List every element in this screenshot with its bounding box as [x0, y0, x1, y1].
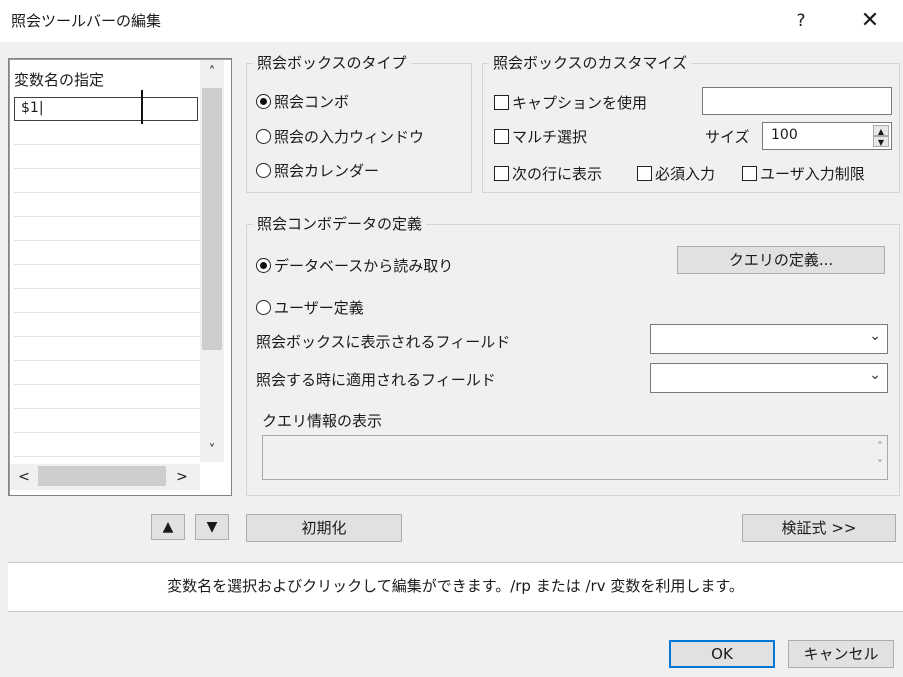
- display-field-select[interactable]: ⌄: [650, 324, 888, 354]
- scroll-up-icon[interactable]: ˄: [877, 440, 883, 454]
- size-stepper[interactable]: 100 ▲ ▼: [762, 122, 892, 150]
- radio-icon[interactable]: [256, 129, 271, 144]
- list-row-divider: [14, 192, 200, 193]
- radio-input-window-label: 照会の入力ウィンドウ: [274, 128, 425, 146]
- vertical-scroll-thumb[interactable]: [202, 88, 222, 350]
- radio-user-defined[interactable]: ユーザー定義: [256, 297, 364, 318]
- radio-selected-icon[interactable]: [256, 94, 271, 109]
- customize-legend: 照会ボックスのカスタマイズ: [489, 52, 692, 73]
- user-input-limit-checkbox[interactable]: ユーザ入力制限: [742, 163, 865, 184]
- list-row-divider: [14, 456, 200, 457]
- radio-user-defined-label: ユーザー定義: [274, 299, 364, 317]
- checkbox-icon[interactable]: [494, 129, 509, 144]
- display-field-label: 照会ボックスに表示されるフィールド: [256, 333, 511, 351]
- cancel-button[interactable]: キャンセル: [788, 640, 894, 668]
- use-caption-label: キャプションを使用: [512, 94, 648, 112]
- apply-field-label: 照会する時に適用されるフィールド: [256, 371, 496, 389]
- radio-icon[interactable]: [256, 163, 271, 178]
- caption-input[interactable]: [702, 87, 892, 115]
- radio-calendar[interactable]: 照会カレンダー: [256, 160, 379, 181]
- reset-button[interactable]: 初期化: [246, 514, 402, 542]
- text-cursor-icon: [141, 90, 143, 124]
- scroll-left-icon[interactable]: <: [14, 466, 34, 488]
- checkbox-icon[interactable]: [742, 166, 757, 181]
- verify-button[interactable]: 検証式 >>: [742, 514, 896, 542]
- list-row-divider: [14, 144, 200, 145]
- variable-name-input[interactable]: $1|: [14, 97, 198, 121]
- move-down-button[interactable]: ▼: [195, 514, 229, 540]
- box-type-legend: 照会ボックスのタイプ: [253, 52, 411, 73]
- list-row-divider: [14, 432, 200, 433]
- chevron-down-icon[interactable]: ⌄: [869, 367, 881, 383]
- multi-select-checkbox[interactable]: マルチ選択: [494, 126, 587, 147]
- list-row-divider: [14, 360, 200, 361]
- move-up-button[interactable]: ▲: [151, 514, 185, 540]
- scroll-down-icon[interactable]: ˅: [877, 458, 883, 472]
- list-row-divider: [14, 336, 200, 337]
- scroll-up-icon[interactable]: ˄: [200, 60, 224, 86]
- user-input-limit-label: ユーザ入力制限: [760, 165, 865, 183]
- list-row-divider: [14, 264, 200, 265]
- multi-select-label: マルチ選択: [512, 128, 588, 146]
- show-next-line-checkbox[interactable]: 次の行に表示: [494, 163, 602, 184]
- scroll-right-icon[interactable]: >: [172, 466, 192, 488]
- radio-input-window[interactable]: 照会の入力ウィンドウ: [256, 126, 424, 147]
- radio-combo-label: 照会コンボ: [274, 93, 350, 111]
- radio-calendar-label: 照会カレンダー: [274, 162, 380, 180]
- query-info-label: クエリ情報の表示: [262, 412, 383, 430]
- list-row-divider: [14, 168, 200, 169]
- ok-button[interactable]: OK: [669, 640, 775, 668]
- list-row-divider: [14, 384, 200, 385]
- define-query-button[interactable]: クエリの定義...: [677, 246, 885, 274]
- list-row-divider: [14, 216, 200, 217]
- size-label: サイズ: [705, 128, 750, 146]
- stepper-down-icon[interactable]: ▼: [873, 136, 889, 147]
- list-row-divider: [14, 312, 200, 313]
- chevron-down-icon[interactable]: ⌄: [869, 328, 881, 344]
- window-title: 照会ツールバーの編集: [11, 12, 162, 30]
- radio-from-db[interactable]: データベースから読み取り: [256, 255, 453, 276]
- query-info-textarea[interactable]: ˄ ˅: [262, 435, 888, 480]
- checkbox-icon[interactable]: [494, 166, 509, 181]
- combo-data-legend: 照会コンボデータの定義: [253, 213, 427, 234]
- checkbox-icon[interactable]: [494, 95, 509, 110]
- horizontal-scroll-thumb[interactable]: [38, 466, 166, 486]
- status-text: 変数名を選択およびクリックして編集ができます。/rp または /rv 変数を利用…: [167, 577, 744, 595]
- radio-selected-icon[interactable]: [256, 258, 271, 273]
- radio-from-db-label: データベースから読み取り: [274, 257, 454, 275]
- list-row-divider: [14, 408, 200, 409]
- show-next-line-label: 次の行に表示: [512, 165, 603, 183]
- checkbox-icon[interactable]: [637, 166, 652, 181]
- list-row-divider: [14, 240, 200, 241]
- help-button[interactable]: ?: [786, 6, 816, 36]
- variable-list-header: 変数名の指定: [14, 71, 105, 89]
- apply-field-select[interactable]: ⌄: [650, 363, 888, 393]
- required-checkbox[interactable]: 必須入力: [637, 163, 715, 184]
- list-row-divider: [14, 288, 200, 289]
- required-label: 必須入力: [655, 165, 716, 183]
- radio-combo[interactable]: 照会コンボ: [256, 91, 349, 112]
- size-value: 100: [771, 127, 798, 143]
- stepper-up-icon[interactable]: ▲: [873, 125, 889, 136]
- use-caption-checkbox[interactable]: キャプションを使用: [494, 92, 647, 113]
- radio-icon[interactable]: [256, 300, 271, 315]
- scroll-down-icon[interactable]: ˅: [200, 438, 224, 464]
- close-icon[interactable]: ✕: [852, 4, 888, 38]
- variable-list-rows[interactable]: [14, 96, 200, 460]
